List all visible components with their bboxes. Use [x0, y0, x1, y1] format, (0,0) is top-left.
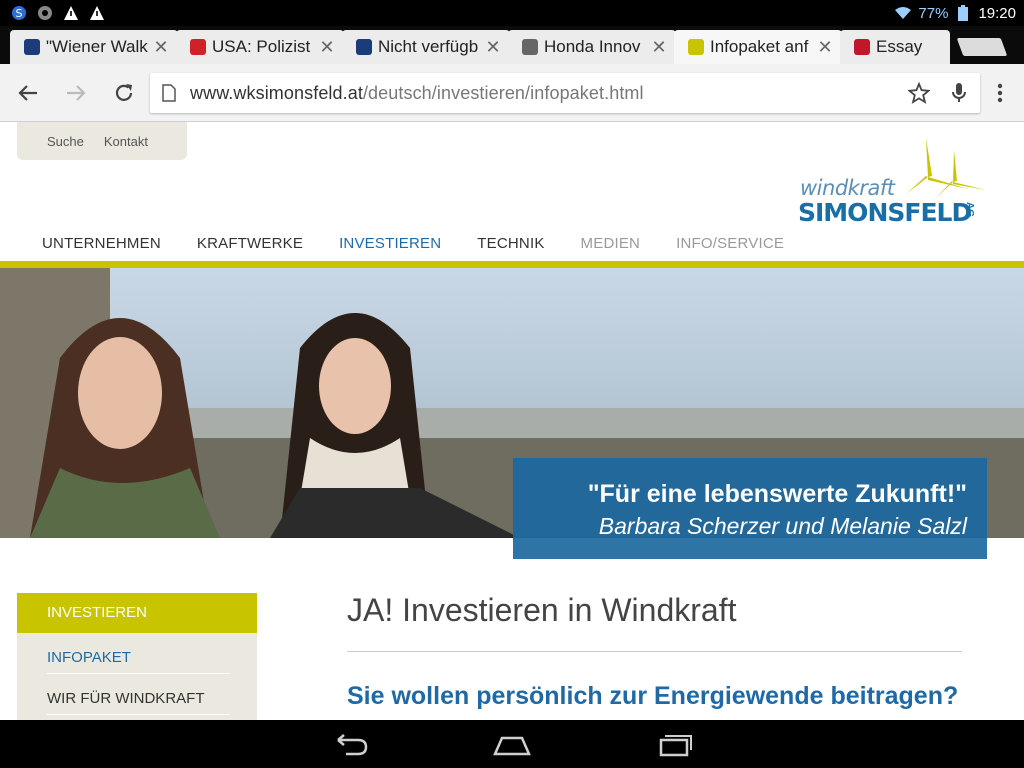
new-tab-button[interactable]	[956, 38, 1008, 56]
browser-tab[interactable]: "Wiener Walk ✕	[10, 30, 178, 64]
tab-title: "Wiener Walk	[46, 37, 148, 56]
sidebar: INVESTIEREN INFOPAKET WIR FÜR WINDKRAFT	[17, 593, 257, 720]
status-bar: S 77% 19:20	[0, 0, 1024, 26]
browser-toolbar: www.wksimonsfeld.at/deutsch/investieren/…	[0, 64, 1024, 122]
forward-button[interactable]	[61, 78, 91, 108]
back-button[interactable]	[13, 78, 43, 108]
nav-item-technik[interactable]: TECHNIK	[477, 235, 544, 252]
browser-tab[interactable]: Essay	[840, 30, 950, 64]
nav-item-medien[interactable]: MEDIEN	[581, 235, 641, 252]
back-nav-button[interactable]	[332, 732, 372, 758]
reload-button[interactable]	[109, 78, 139, 108]
utility-links: Suche Kontakt	[17, 122, 187, 160]
favicon-icon	[24, 39, 40, 55]
title-divider	[347, 651, 962, 652]
menu-button[interactable]	[985, 78, 1015, 108]
favicon-icon	[854, 39, 870, 55]
tab-title: Essay	[876, 37, 923, 56]
tab-strip: "Wiener Walk ✕ USA: Polizist ✕ Nicht ver…	[0, 26, 1024, 64]
hero-quote: "Für eine lebenswerte Zukunft!"	[587, 480, 967, 508]
sidebar-item-infopaket[interactable]: INFOPAKET	[47, 633, 229, 674]
favicon-icon	[688, 39, 704, 55]
site-logo[interactable]: windkraft SIMONSFELD AG	[798, 132, 998, 227]
arrow-left-icon	[18, 85, 37, 101]
wind-turbine-icon	[906, 138, 986, 198]
address-bar[interactable]: www.wksimonsfeld.at/deutsch/investieren/…	[150, 73, 980, 113]
page-icon	[162, 84, 176, 102]
star-icon[interactable]	[908, 82, 930, 104]
recents-icon	[659, 735, 692, 757]
wifi-icon	[894, 4, 912, 22]
tab-title: USA: Polizist	[212, 37, 311, 56]
section-heading: Sie wollen persönlich zur Energiewende b…	[347, 682, 959, 710]
sidebar-item-wir-fuer-windkraft[interactable]: WIR FÜR WINDKRAFT	[47, 674, 229, 715]
browser-tab[interactable]: Honda Innov ✕	[508, 30, 676, 64]
favicon-icon	[522, 39, 538, 55]
close-icon[interactable]: ✕	[150, 37, 172, 58]
battery-icon	[954, 4, 972, 22]
system-nav-bar	[0, 720, 1024, 768]
sidebar-heading[interactable]: INVESTIEREN	[17, 593, 257, 633]
nav-item-investieren[interactable]: INVESTIEREN	[339, 235, 441, 252]
microphone-icon[interactable]	[950, 81, 968, 105]
nav-item-info-service[interactable]: INFO/SERVICE	[676, 235, 784, 252]
search-link[interactable]: Suche	[47, 134, 84, 149]
home-nav-button[interactable]	[492, 732, 532, 758]
web-page: Suche Kontakt windkraft SIMONSFELD AG UN…	[0, 122, 1024, 720]
url-text: www.wksimonsfeld.at/deutsch/investieren/…	[190, 83, 644, 103]
main-navigation: UNTERNEHMEN KRAFTWERKE INVESTIEREN TECHN…	[42, 235, 784, 252]
favicon-icon	[356, 39, 372, 55]
clock: 19:20	[978, 4, 1016, 22]
browser-tab[interactable]: USA: Polizist ✕	[176, 30, 344, 64]
back-icon	[337, 734, 368, 756]
nav-item-unternehmen[interactable]: UNTERNEHMEN	[42, 235, 161, 252]
warning-icon	[88, 4, 106, 22]
logo-suffix: AG	[964, 202, 975, 217]
close-icon[interactable]: ✕	[316, 37, 338, 58]
close-icon[interactable]: ✕	[482, 37, 504, 58]
reload-icon	[115, 84, 133, 101]
browser-tab-active[interactable]: Infopaket anf ✕	[674, 30, 842, 64]
close-icon[interactable]: ✕	[814, 37, 836, 58]
home-icon	[493, 736, 531, 756]
warning-icon	[62, 4, 80, 22]
close-icon[interactable]: ✕	[648, 37, 670, 58]
contact-link[interactable]: Kontakt	[104, 134, 148, 149]
tab-title: Infopaket anf	[710, 37, 809, 56]
settings-icon	[36, 4, 54, 22]
logo-text-line2: SIMONSFELD	[798, 198, 972, 227]
svg-text:S: S	[16, 7, 23, 20]
overflow-menu-icon	[997, 83, 1003, 103]
page-title: JA! Investieren in Windkraft	[347, 592, 737, 628]
tab-title: Honda Innov	[544, 37, 641, 56]
arrow-right-icon	[67, 85, 86, 101]
hero-quote-box: "Für eine lebenswerte Zukunft!" Barbara …	[513, 458, 987, 559]
hero-quote-author: Barbara Scherzer und Melanie Salzl	[598, 513, 967, 539]
tab-title: Nicht verfügb	[378, 37, 479, 56]
sync-icon: S	[10, 4, 28, 22]
favicon-icon	[190, 39, 206, 55]
battery-percent: 77%	[918, 4, 949, 22]
recents-nav-button[interactable]	[655, 732, 695, 758]
logo-text-line1: windkraft	[800, 176, 895, 200]
browser-tab[interactable]: Nicht verfügb ✕	[342, 30, 510, 64]
nav-item-kraftwerke[interactable]: KRAFTWERKE	[197, 235, 303, 252]
nav-divider	[0, 261, 1024, 268]
